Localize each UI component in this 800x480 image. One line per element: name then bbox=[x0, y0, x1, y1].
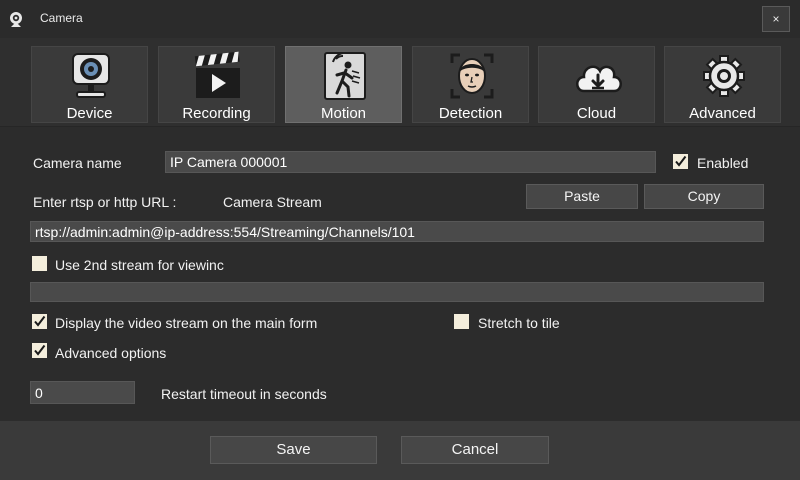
tab-motion[interactable]: Motion bbox=[285, 46, 402, 123]
cancel-button[interactable]: Cancel bbox=[401, 436, 549, 464]
save-button[interactable]: Save bbox=[210, 436, 377, 464]
tab-recording[interactable]: Recording bbox=[158, 46, 275, 123]
stream-url-input[interactable]: rtsp://admin:admin@ip-address:554/Stream… bbox=[30, 221, 764, 242]
tab-label: Advanced bbox=[689, 105, 756, 122]
checkmark-icon bbox=[34, 315, 46, 327]
restart-timeout-label: Restart timeout in seconds bbox=[161, 386, 327, 402]
display-on-main-form-checkbox[interactable] bbox=[32, 314, 47, 329]
advanced-options-checkbox[interactable] bbox=[32, 343, 47, 358]
display-on-main-form-label: Display the video stream on the main for… bbox=[55, 315, 318, 331]
clapperboard-icon bbox=[194, 51, 240, 98]
second-stream-label: Use 2nd stream for viewinc bbox=[55, 257, 224, 273]
tab-advanced[interactable]: Advanced bbox=[664, 46, 781, 123]
enabled-checkbox[interactable] bbox=[673, 154, 688, 169]
cloud-download-icon bbox=[576, 65, 622, 93]
checkmark-icon bbox=[34, 344, 46, 356]
tab-device[interactable]: Device bbox=[31, 46, 148, 123]
dialog-footer: Save Cancel bbox=[0, 421, 800, 480]
restart-timeout-input[interactable]: 0 bbox=[30, 381, 135, 404]
app-logo-icon bbox=[10, 12, 22, 27]
camera-name-input[interactable]: IP Camera 000001 bbox=[165, 151, 656, 173]
tab-label: Detection bbox=[438, 105, 503, 122]
enabled-label: Enabled bbox=[697, 155, 749, 171]
camera-name-label: Camera name bbox=[33, 155, 122, 171]
tab-label: Device bbox=[66, 105, 113, 122]
close-button[interactable]: × bbox=[762, 6, 790, 32]
paste-button[interactable]: Paste bbox=[526, 184, 638, 209]
second-stream-checkbox[interactable] bbox=[32, 256, 47, 271]
checkmark-icon bbox=[675, 155, 687, 167]
window-title: Camera bbox=[40, 11, 83, 25]
advanced-options-label: Advanced options bbox=[55, 345, 167, 361]
webcam-icon bbox=[72, 53, 110, 98]
face-detection-icon bbox=[450, 53, 494, 99]
tab-cloud[interactable]: Cloud bbox=[538, 46, 655, 123]
tab-detection[interactable]: Detection bbox=[412, 46, 529, 123]
motion-sensor-icon bbox=[324, 52, 366, 100]
title-bar: Camera × bbox=[0, 0, 800, 38]
tab-label: Recording bbox=[182, 105, 251, 122]
copy-button[interactable]: Copy bbox=[644, 184, 764, 209]
camera-settings-form: Camera name IP Camera 000001 Enabled Ent… bbox=[0, 127, 800, 421]
tab-label: Motion bbox=[320, 105, 367, 122]
stretch-to-tile-checkbox[interactable] bbox=[454, 314, 469, 329]
stream-label: Camera Stream bbox=[223, 194, 322, 210]
url-label: Enter rtsp or http URL : bbox=[33, 194, 177, 210]
gear-icon bbox=[703, 55, 745, 97]
second-stream-url-input[interactable] bbox=[30, 282, 764, 302]
tab-toolbar: Device Recording Motion Detection Cloud … bbox=[0, 38, 800, 127]
tab-label: Cloud bbox=[576, 105, 617, 122]
stretch-to-tile-label: Stretch to tile bbox=[478, 315, 560, 331]
